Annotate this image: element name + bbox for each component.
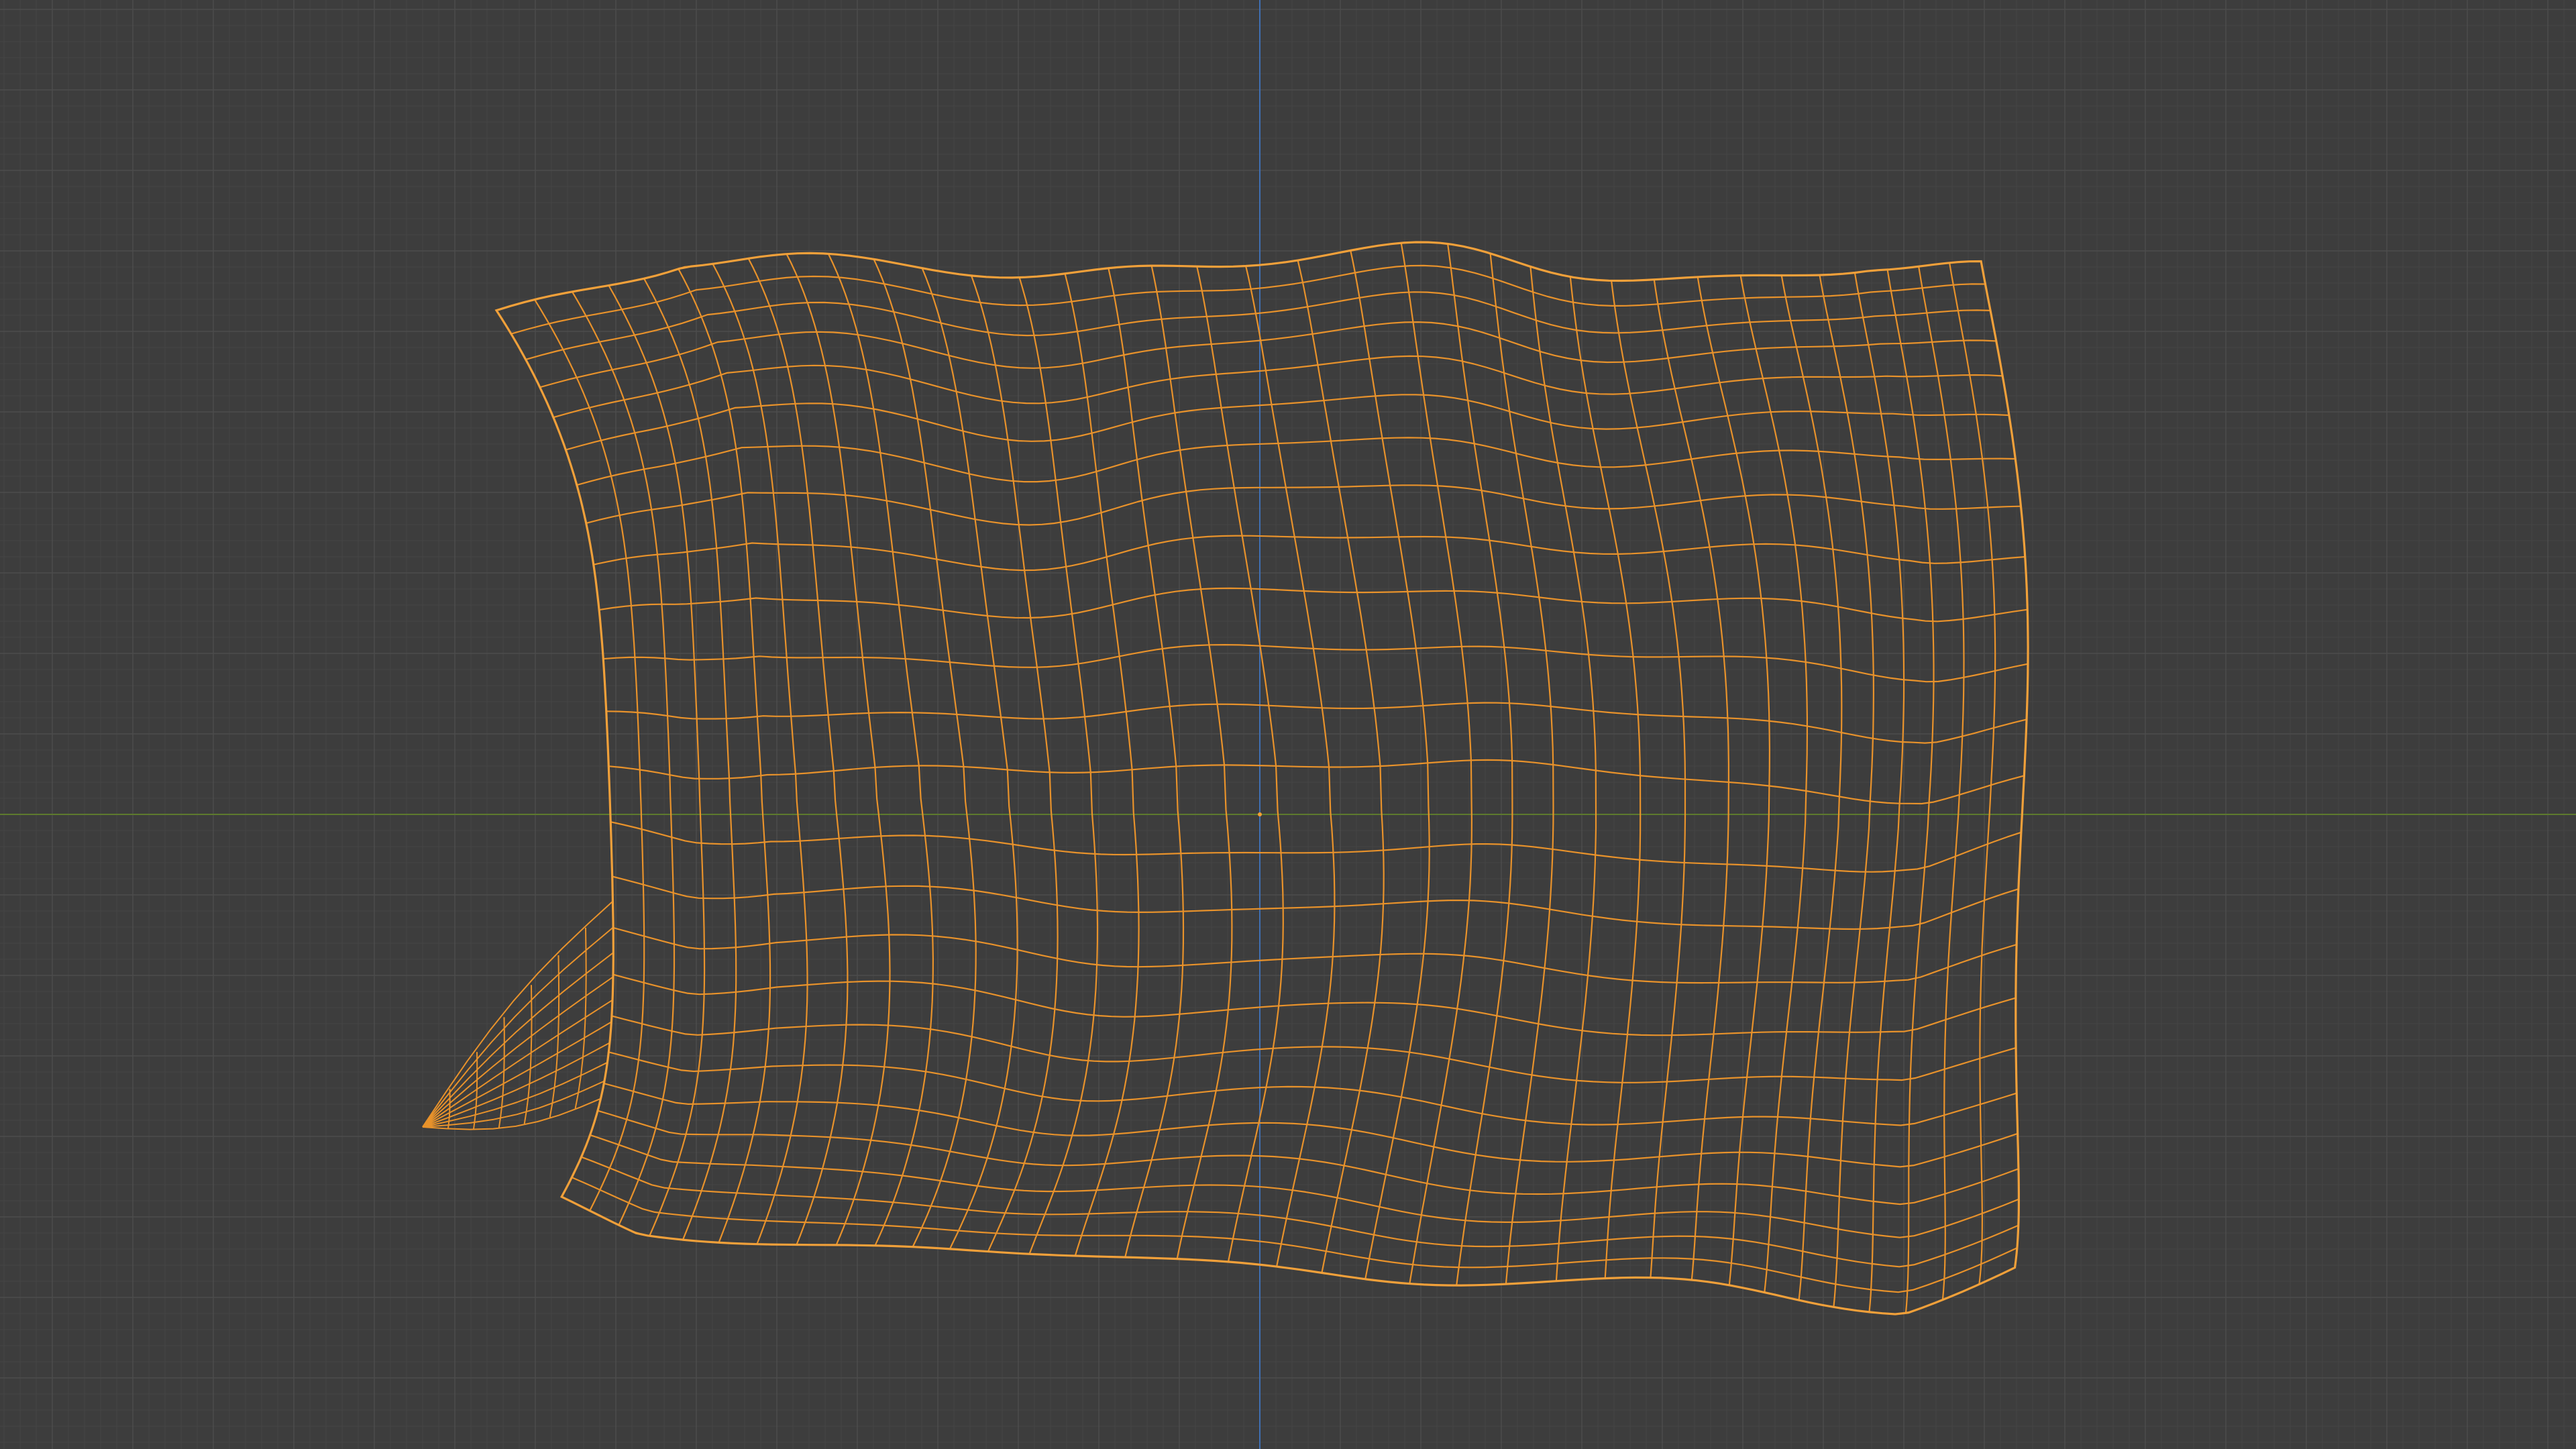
object-origin-dot — [1258, 812, 1262, 816]
mesh-flap-edges — [422, 900, 614, 1130]
mesh-edge-column — [1350, 250, 1430, 1280]
mesh-edge-row — [561, 1196, 2015, 1316]
mesh-edge-column — [970, 275, 1059, 1252]
mesh-edge-column — [1529, 266, 1597, 1281]
mesh-edge-row — [566, 394, 2009, 451]
mesh-edge-row — [606, 702, 2027, 744]
mesh-edge-column — [1064, 273, 1140, 1256]
mesh-edge-column — [572, 291, 676, 1226]
mesh-edge-row — [612, 926, 2017, 984]
mesh-edge-row — [604, 1082, 2019, 1168]
mesh-edges — [496, 241, 2029, 1316]
mesh-edge-column — [1949, 262, 1996, 1285]
mesh-edge-column — [1018, 277, 1099, 1254]
3d-viewport[interactable] — [0, 0, 2576, 1449]
mesh-edge-column — [1886, 269, 1935, 1314]
mesh-edge-column — [873, 258, 977, 1248]
mesh-edge-column — [1780, 275, 1843, 1301]
floor-grid-minor — [0, 0, 2576, 1449]
mesh-edge-row — [608, 1051, 2017, 1126]
mesh-edge-row — [611, 1015, 2017, 1083]
mesh-edge-row — [586, 484, 2021, 526]
mesh-flap-edge — [422, 999, 613, 1128]
mesh-edge-column — [643, 278, 737, 1240]
mesh-edge-row — [553, 355, 2003, 419]
mesh-edge-column — [1196, 266, 1284, 1263]
mesh-edge-column — [1447, 244, 1513, 1286]
mesh-edge-column — [678, 268, 771, 1243]
mesh-edge-row — [608, 759, 2025, 805]
mesh-edge-column — [1918, 266, 1965, 1300]
viewport-canvas[interactable] — [0, 0, 2576, 1449]
mesh-edge-row — [576, 437, 2016, 486]
selected-mesh-wireframe[interactable] — [422, 241, 2029, 1316]
mesh-edge-column — [1854, 272, 1905, 1313]
mesh-edge-row — [571, 1177, 2018, 1293]
floor-grid-major — [0, 0, 2576, 1449]
